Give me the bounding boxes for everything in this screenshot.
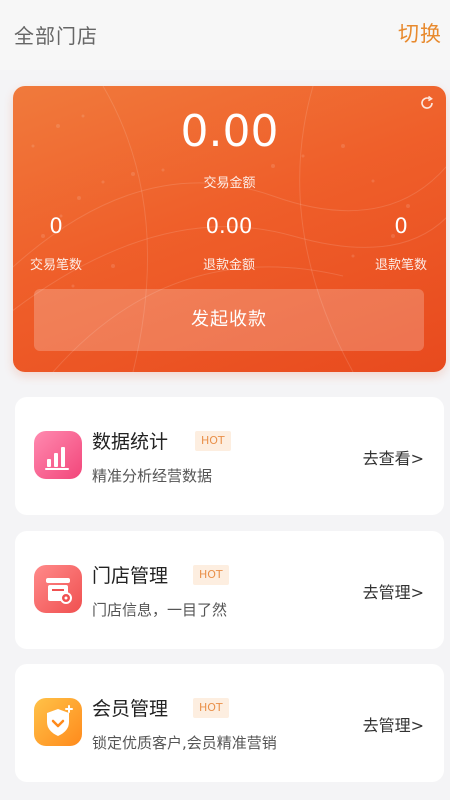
stat-value: 0.00 — [205, 214, 253, 238]
stat-value: 0 — [49, 214, 63, 238]
hot-badge: HOT — [193, 698, 229, 718]
hot-badge: HOT — [193, 565, 229, 585]
card-title: 门店管理 — [92, 565, 169, 587]
stat-refund-count: 0 退款笔数 — [346, 214, 446, 273]
summary-card: 0.00 交易金额 0 交易笔数 0.00 退款金额 0 退款笔数 发起收款 — [13, 86, 446, 372]
card-title: 会员管理 — [92, 698, 169, 720]
card-description: 门店信息，一目了然 — [92, 601, 228, 619]
start-collection-button[interactable]: 发起收款 — [34, 289, 424, 351]
stat-refund-amount: 0.00 退款金额 — [174, 214, 284, 273]
card-description: 锁定优质客户,会员精准营销 — [92, 734, 277, 752]
stat-label: 退款金额 — [202, 258, 255, 273]
member-shield-icon — [34, 698, 82, 746]
feature-card-member-management[interactable]: 会员管理 HOT 锁定优质客户,会员精准营销 去管理> — [15, 664, 444, 782]
feature-card-data-stats[interactable]: 数据统计 HOT 精准分析经营数据 去查看> — [15, 397, 444, 515]
manage-store-link[interactable]: 去管理> — [363, 579, 424, 603]
switch-store-button[interactable]: 切换 — [398, 18, 442, 48]
transaction-amount-value: 0.00 — [180, 106, 279, 157]
card-title: 数据统计 — [92, 431, 169, 453]
store-icon — [34, 565, 82, 613]
stat-value: 0 — [394, 214, 408, 238]
stat-label: 交易笔数 — [29, 258, 82, 273]
card-description: 精准分析经营数据 — [92, 467, 213, 485]
view-data-link[interactable]: 去查看> — [363, 445, 424, 469]
top-bar: 全部门店 切换 — [0, 0, 450, 70]
store-selector-label[interactable]: 全部门店 — [14, 20, 98, 49]
feature-card-store-management[interactable]: 门店管理 HOT 门店信息，一目了然 去管理> — [15, 531, 444, 649]
bar-chart-icon — [34, 431, 82, 479]
transaction-amount-label: 交易金额 — [203, 176, 256, 191]
stat-label: 退款笔数 — [374, 258, 427, 273]
hot-badge: HOT — [195, 431, 231, 451]
manage-members-link[interactable]: 去管理> — [363, 712, 424, 736]
stat-transaction-count: 0 交易笔数 — [13, 214, 111, 273]
